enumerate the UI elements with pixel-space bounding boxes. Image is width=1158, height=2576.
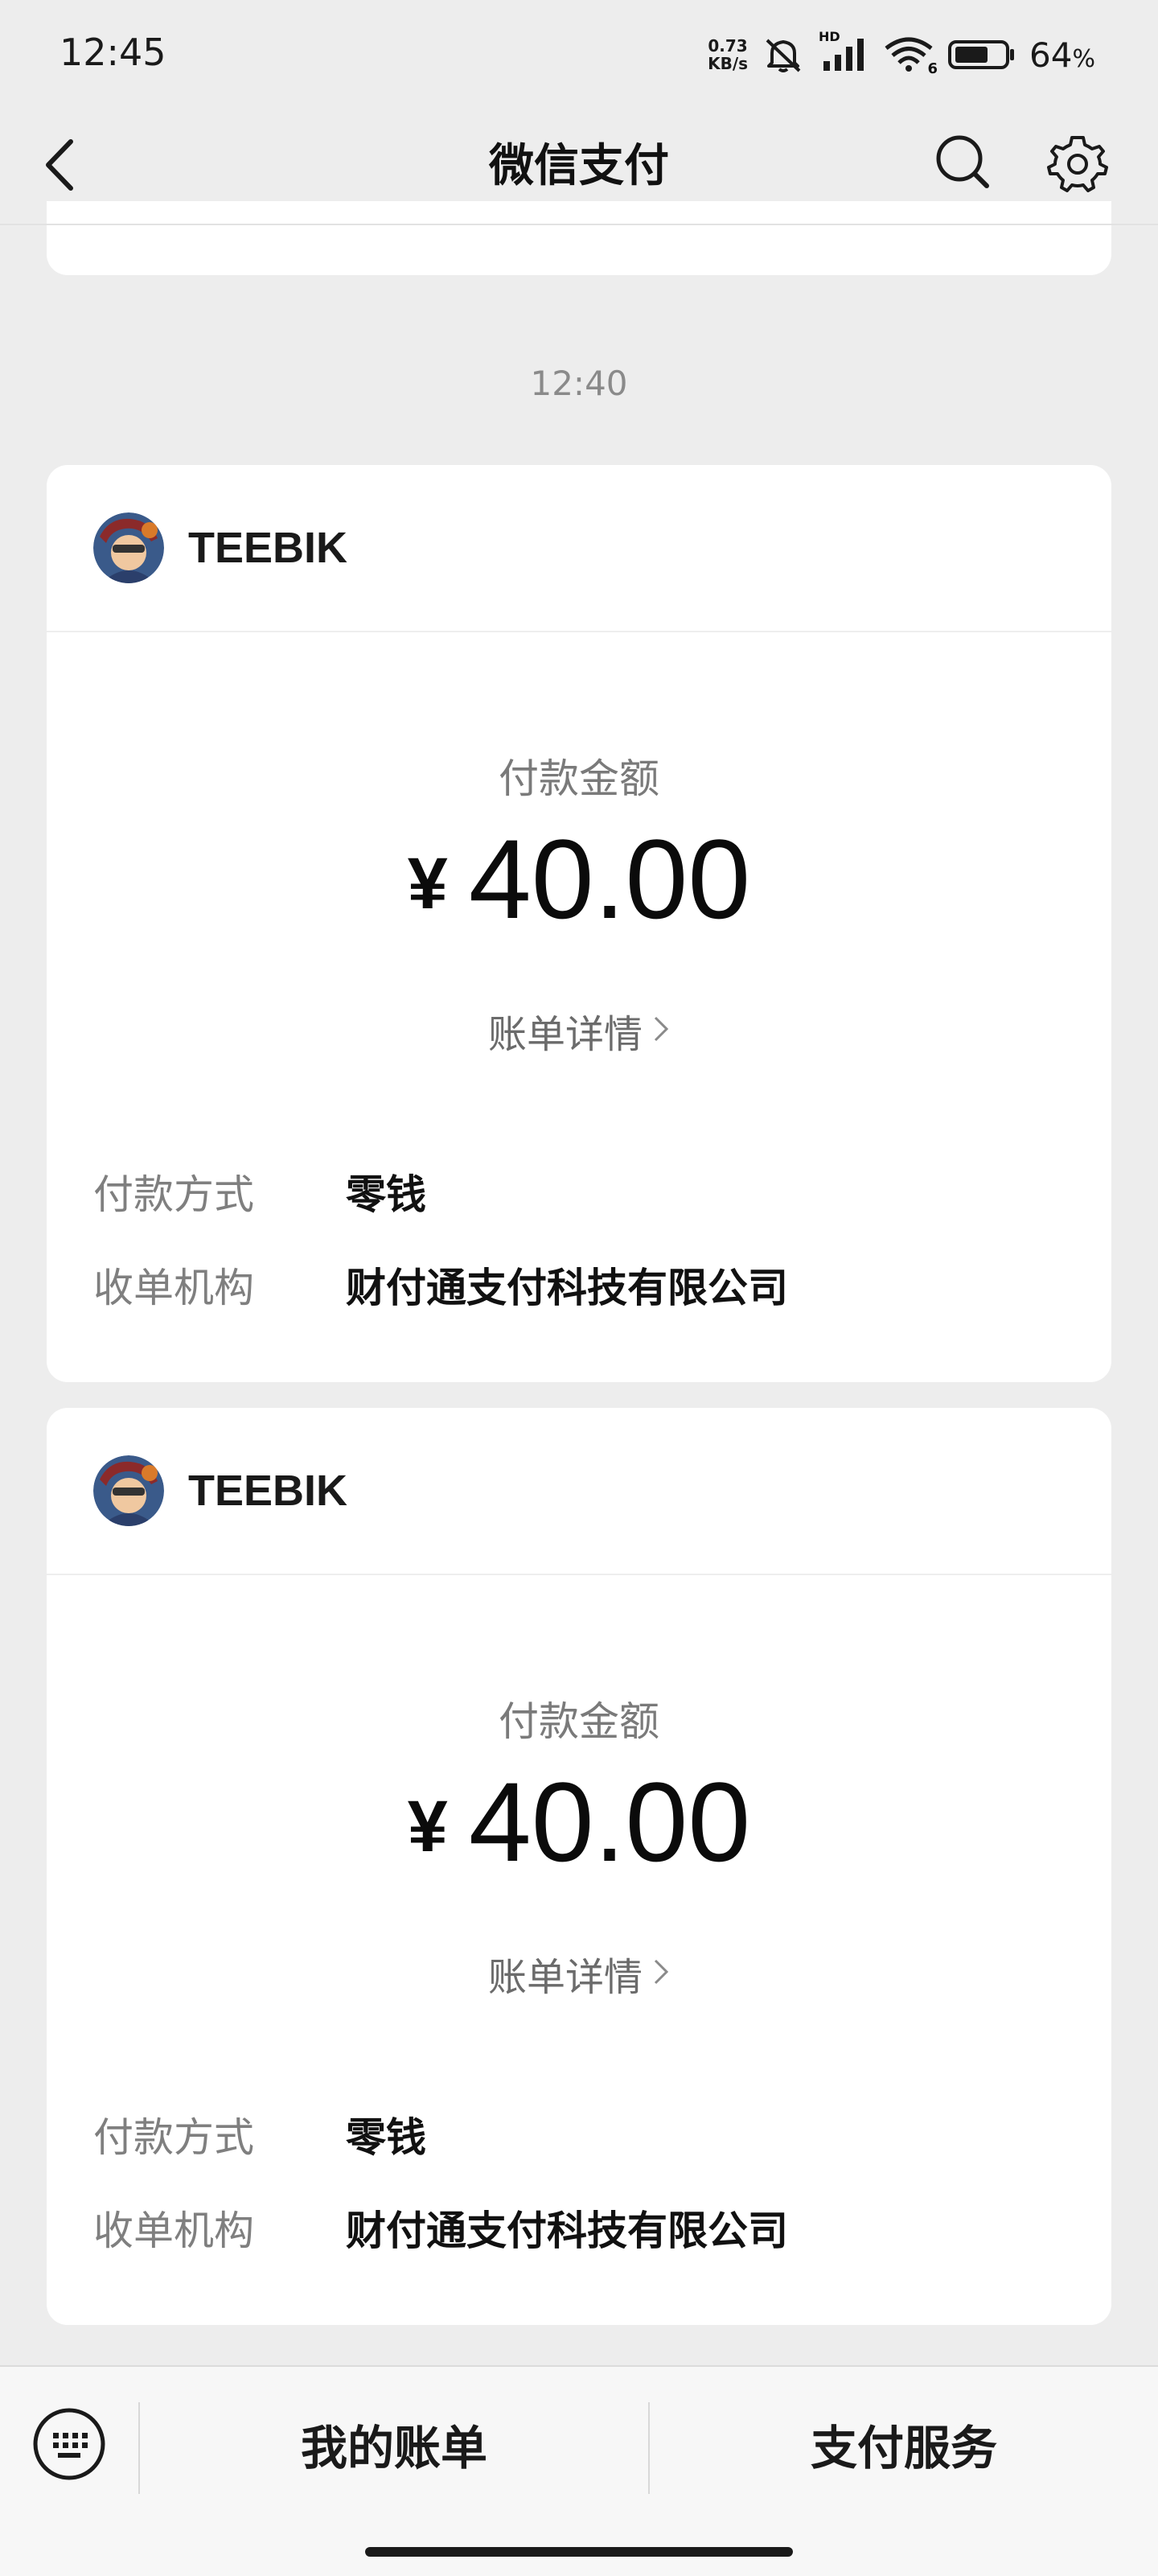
battery-percentage: 64% — [1029, 35, 1095, 75]
payment-method-value: 零钱 — [346, 2114, 426, 2161]
payment-method-row: 付款方式 零钱 — [93, 2106, 1065, 2162]
battery-unit: % — [1072, 44, 1095, 73]
net-speed-value: 0.73 — [708, 36, 748, 56]
acquirer-row: 收单机构 财付通支付科技有限公司 — [93, 1257, 1065, 1313]
chevron-right-icon — [652, 1951, 670, 1996]
bottom-menu-bar: 我的账单 支付服务 — [0, 2365, 1158, 2576]
battery-icon — [947, 37, 1016, 72]
merchant-name: TEEBIK — [188, 524, 348, 572]
payment-method-label: 付款方式 — [93, 2114, 254, 2161]
payment-amount: ¥40.00 — [47, 1762, 1111, 1883]
nav-divider — [0, 224, 1158, 225]
amount-label: 付款金额 — [499, 755, 659, 802]
net-speed-unit: KB/s — [708, 54, 749, 73]
wifi-label: 6 — [927, 60, 938, 77]
payment-method-label: 付款方式 — [93, 1171, 254, 1218]
card-header: TEEBIK — [47, 1408, 1111, 1575]
acquirer-value: 财付通支付科技有限公司 — [346, 2208, 788, 2254]
payment-services-button[interactable]: 支付服务 — [650, 2402, 1158, 2494]
keyboard-icon — [32, 2407, 106, 2484]
bill-details-label: 账单详情 — [487, 1012, 643, 1057]
payment-method-value: 零钱 — [346, 1171, 426, 1218]
status-icons: 0.73 KB/s HD 6 64% — [708, 29, 1095, 79]
settings-button[interactable] — [1039, 127, 1116, 204]
payment-card[interactable]: TEEBIK 付款金额 ¥40.00 账单详情 付款方式 零钱 收单机构 财付通… — [47, 1408, 1111, 2325]
previous-card — [47, 201, 1111, 275]
amount-value: 40.00 — [468, 1759, 751, 1885]
payment-method-row: 付款方式 零钱 — [93, 1163, 1065, 1220]
currency-symbol: ¥ — [407, 1787, 448, 1867]
status-time: 12:45 — [60, 31, 166, 74]
net-speed: 0.73 KB/s — [708, 37, 748, 72]
bill-details-label: 账单详情 — [487, 1955, 643, 2000]
acquirer-label: 收单机构 — [93, 2208, 254, 2254]
bill-details-link[interactable]: 账单详情 — [47, 1002, 1111, 1059]
search-button[interactable] — [926, 127, 999, 200]
gear-icon — [1046, 133, 1109, 199]
battery-value: 64 — [1029, 35, 1073, 75]
home-indicator[interactable] — [365, 2547, 793, 2557]
acquirer-label: 收单机构 — [93, 1265, 254, 1311]
acquirer-value: 财付通支付科技有限公司 — [346, 1265, 788, 1311]
currency-symbol: ¥ — [407, 844, 448, 924]
wifi-icon: 6 — [883, 35, 938, 77]
merchant-avatar — [93, 1455, 164, 1526]
status-bar: 12:45 0.73 KB/s HD 6 64% — [0, 0, 1158, 109]
signal-icon: HD — [819, 29, 870, 74]
mute-icon — [761, 35, 806, 74]
card-header: TEEBIK — [47, 465, 1111, 632]
payment-amount: ¥40.00 — [47, 819, 1111, 940]
merchant-avatar — [93, 512, 164, 583]
back-icon — [42, 137, 77, 196]
hd-label: HD — [819, 29, 840, 44]
search-icon — [934, 133, 992, 194]
chevron-right-icon — [652, 1008, 670, 1053]
payment-card[interactable]: TEEBIK 付款金额 ¥40.00 账单详情 付款方式 零钱 收单机构 财付通… — [47, 465, 1111, 1382]
amount-value: 40.00 — [468, 816, 751, 942]
keyboard-toggle-button[interactable] — [32, 2407, 106, 2484]
acquirer-row: 收单机构 财付通支付科技有限公司 — [93, 2199, 1065, 2256]
message-timestamp: 12:40 — [530, 364, 628, 403]
merchant-name: TEEBIK — [188, 1467, 348, 1515]
bill-details-link[interactable]: 账单详情 — [47, 1945, 1111, 2002]
back-button[interactable] — [42, 130, 114, 203]
amount-label: 付款金额 — [499, 1698, 659, 1745]
my-bills-button[interactable]: 我的账单 — [140, 2402, 648, 2494]
